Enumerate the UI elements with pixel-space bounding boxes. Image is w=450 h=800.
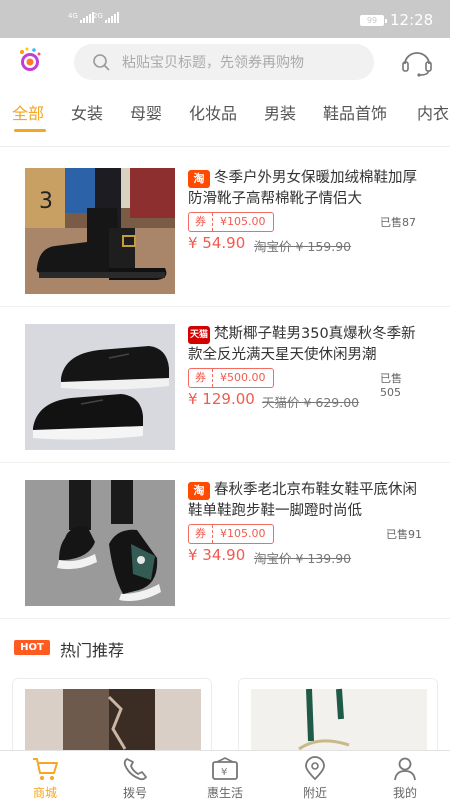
- hot-product-card[interactable]: [12, 678, 212, 758]
- nav-label: 惠生活: [206, 786, 243, 800]
- nav-label: 商城: [32, 786, 57, 800]
- tab-womens[interactable]: 女装: [71, 100, 103, 124]
- product-title[interactable]: 梵斯椰子鞋男350真爆秋冬季新款全反光满天星天使休闲男潮: [188, 324, 424, 366]
- nav-nearby[interactable]: 附近: [270, 751, 360, 800]
- header: 粘贴宝贝标题，先领券再购物: [0, 38, 450, 88]
- svg-text:3: 3: [39, 189, 53, 214]
- product-item[interactable]: 天猫 梵斯椰子鞋男350真爆秋冬季新款全反光满天星天使休闲男潮 券 ¥500.0…: [0, 324, 450, 454]
- search-placeholder: 粘贴宝贝标题，先领券再购物: [122, 55, 304, 71]
- nav-label: 附近: [302, 786, 327, 800]
- original-price: 淘宝价 ¥ 139.90: [254, 551, 352, 566]
- divider: [0, 618, 450, 619]
- tab-maternal[interactable]: 母婴: [130, 100, 162, 124]
- wallet-icon: ¥: [212, 757, 238, 780]
- coupon-tag[interactable]: 券 ¥105.00: [188, 212, 274, 232]
- product-item[interactable]: 淘 春秋季老北京布鞋女鞋平底休闲鞋单鞋跑步鞋一脚蹬时尚低 券 ¥105.00 已…: [0, 480, 450, 610]
- coupon-value: ¥105.00: [220, 215, 266, 228]
- hot-section-title: 热门推荐: [60, 641, 125, 660]
- location-icon: [305, 756, 325, 781]
- coupon-price: ¥ 34.90: [188, 546, 246, 564]
- hot-product-card[interactable]: [238, 678, 438, 758]
- headset-icon[interactable]: [400, 47, 434, 77]
- user-icon: [394, 757, 416, 781]
- nav-dial[interactable]: 拨号: [90, 751, 180, 800]
- coupon-label: 券: [189, 525, 213, 543]
- battery-icon: 99: [360, 15, 387, 26]
- phone-icon: [123, 758, 147, 781]
- sold-count: 已售91: [386, 528, 422, 541]
- divider: [0, 306, 450, 307]
- nav-life[interactable]: ¥ 惠生活: [180, 751, 270, 800]
- tab-cosmetics[interactable]: 化妆品: [189, 100, 237, 124]
- tab-all[interactable]: 全部: [12, 100, 44, 124]
- search-input[interactable]: 粘贴宝贝标题，先领券再购物: [74, 44, 374, 80]
- sold-count: 已售505: [380, 372, 402, 399]
- coupon-value: ¥500.00: [220, 371, 266, 384]
- category-tabs: 全部 女装 母婴 化妆品 男装 鞋品首饰 内衣: [0, 88, 450, 134]
- network-type-label: 4G: [68, 12, 78, 20]
- signal-icon: 2G: [93, 12, 119, 23]
- coupon-tag[interactable]: 券 ¥500.00: [188, 368, 274, 388]
- product-image: [13, 679, 211, 757]
- coupon-price: ¥ 54.90: [188, 234, 246, 252]
- tab-mens[interactable]: 男装: [264, 100, 296, 124]
- signal-icon: 4G: [68, 12, 94, 23]
- product-image[interactable]: [25, 324, 175, 450]
- active-tab-indicator: [14, 129, 46, 132]
- original-price: 天猫价 ¥ 629.00: [262, 395, 360, 410]
- product-image[interactable]: 3: [25, 168, 175, 294]
- nav-label: 我的: [392, 786, 417, 800]
- hot-section-header: HOT 热门推荐: [0, 628, 450, 668]
- nav-mine[interactable]: 我的: [360, 751, 450, 800]
- divider: [0, 146, 450, 147]
- tab-shoes-jewelry[interactable]: 鞋品首饰: [323, 100, 387, 124]
- product-title[interactable]: 冬季户外男女保暖加绒棉鞋加厚防滑靴子高帮棉靴子情侣大: [188, 168, 424, 210]
- original-price: 淘宝价 ¥ 159.90: [254, 239, 352, 254]
- hot-badge: HOT: [14, 640, 50, 655]
- search-icon: [93, 54, 110, 71]
- product-image: [239, 679, 437, 757]
- product-image[interactable]: [25, 480, 175, 606]
- product-item[interactable]: 3 淘 冬季户外男女保暖加绒棉鞋加厚防滑靴子高帮棉靴子情侣大 券 ¥105.00…: [0, 168, 450, 298]
- divider: [0, 462, 450, 463]
- coupon-tag[interactable]: 券 ¥105.00: [188, 524, 274, 544]
- app-logo-icon[interactable]: [16, 46, 44, 74]
- bottom-nav: 商城 拨号 ¥ 惠生活 附近 我的: [0, 750, 450, 800]
- clock: 12:28: [390, 11, 434, 29]
- network-type-label: 2G: [93, 12, 103, 20]
- sold-count: 已售87: [380, 216, 416, 229]
- tab-underwear[interactable]: 内衣: [417, 100, 449, 124]
- coupon-label: 券: [189, 369, 213, 387]
- product-title[interactable]: 春秋季老北京布鞋女鞋平底休闲鞋单鞋跑步鞋一脚蹬时尚低: [188, 480, 424, 522]
- svg-text:¥: ¥: [221, 767, 227, 778]
- coupon-value: ¥105.00: [220, 527, 266, 540]
- status-bar: 4G 2G 99 12:28: [0, 0, 450, 38]
- coupon-price: ¥ 129.00: [188, 390, 255, 408]
- cart-icon: [33, 758, 58, 780]
- nav-mall[interactable]: 商城: [0, 751, 90, 800]
- coupon-label: 券: [189, 213, 213, 231]
- nav-label: 拨号: [122, 786, 147, 800]
